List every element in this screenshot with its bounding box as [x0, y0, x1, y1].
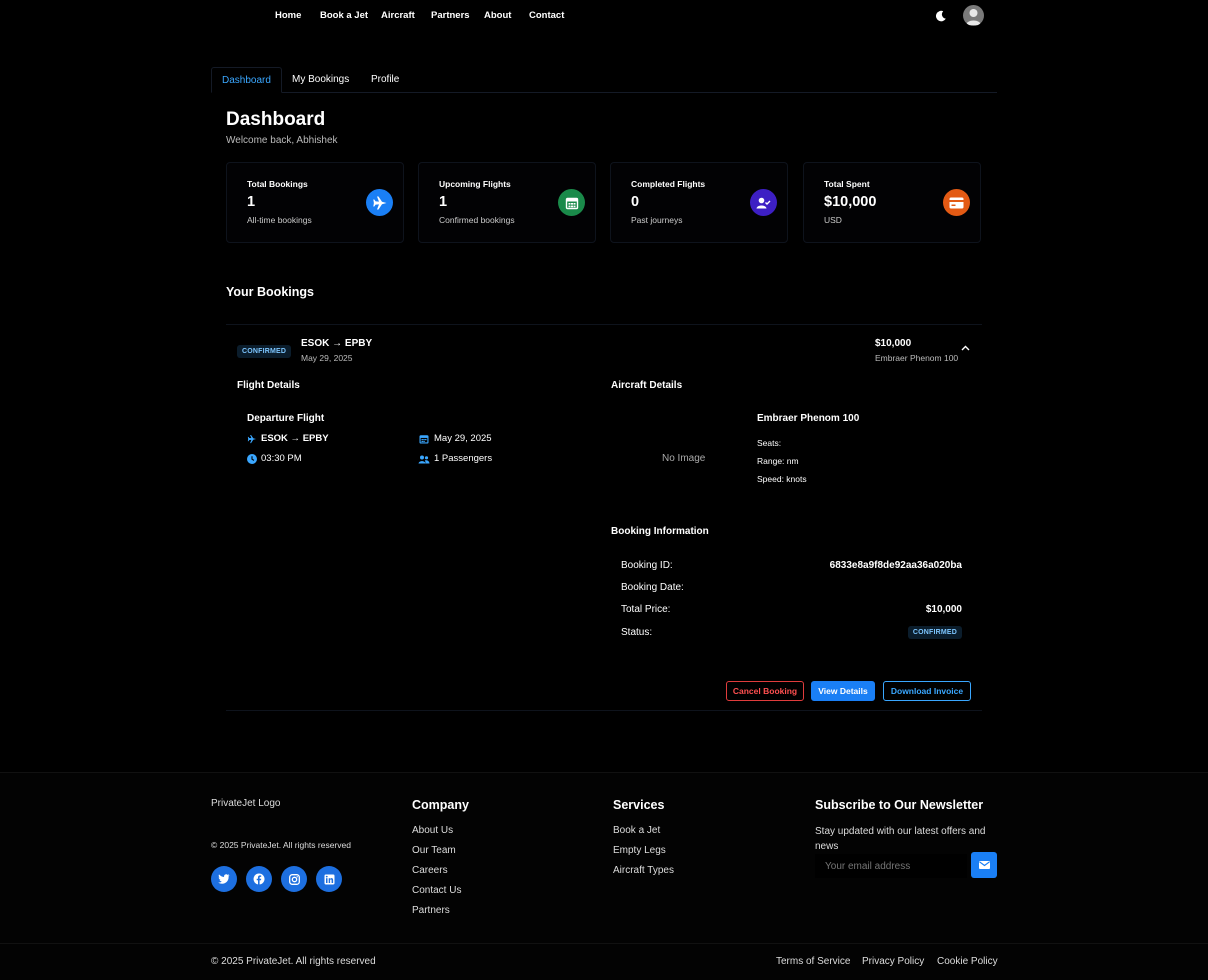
envelope-icon [978, 861, 990, 869]
footer [0, 772, 1208, 980]
footer-link-our-team[interactable]: Our Team [412, 845, 456, 856]
status-badge: CONFIRMED [237, 345, 292, 358]
booking-id-label: Booking ID: [621, 560, 673, 571]
footer-link-about-us[interactable]: About Us [412, 825, 453, 836]
newsletter-email-input[interactable] [815, 854, 967, 878]
tab-my-bookings[interactable]: My Bookings [282, 67, 359, 93]
newsletter-title: Subscribe to Our Newsletter [815, 798, 984, 812]
status-badge: CONFIRMED [907, 626, 962, 639]
bookings-section-title: Your Bookings [226, 285, 314, 299]
nav-contact[interactable]: Contact [529, 10, 564, 21]
footer-divider [0, 943, 1208, 944]
passenger-count: 1 Passengers [434, 453, 493, 464]
stat-card-total-bookings: Total Bookings 1 All-time bookings [226, 162, 404, 243]
footer-link-cookie[interactable]: Cookie Policy [937, 956, 998, 967]
download-invoice-button[interactable]: Download Invoice [883, 681, 971, 701]
stat-card-upcoming-flights: Upcoming Flights 1 Confirmed bookings [418, 162, 596, 243]
stat-value: 1 [247, 194, 256, 210]
stat-value: 0 [631, 194, 640, 210]
footer-services-title: Services [613, 798, 665, 812]
twitter-icon[interactable] [211, 866, 237, 892]
instagram-icon[interactable] [281, 866, 307, 892]
stat-sub: Confirmed bookings [439, 215, 515, 225]
booking-price: $10,000 [875, 338, 912, 349]
booking-info-title: Booking Information [611, 526, 709, 537]
departure-title: Departure Flight [247, 413, 325, 424]
aircraft-speed: Speed: knots [757, 474, 807, 484]
newsletter-text: Stay updated with our latest offers and … [815, 826, 986, 852]
cancel-booking-button[interactable]: Cancel Booking [726, 681, 804, 701]
aircraft-name: Embraer Phenom 100 [757, 413, 860, 424]
page-title: Dashboard [226, 109, 326, 130]
stat-value: 1 [439, 194, 448, 210]
nav-about[interactable]: About [484, 10, 511, 21]
footer-link-privacy[interactable]: Privacy Policy [862, 956, 924, 967]
booking-header[interactable]: CONFIRMED ESOK → EPBY May 29, 2025 $10,0… [226, 325, 982, 371]
tab-profile[interactable]: Profile [361, 67, 409, 93]
booking-card: CONFIRMED ESOK → EPBY May 29, 2025 $10,0… [226, 324, 982, 711]
chevron-up-icon[interactable] [961, 345, 970, 351]
booking-route: ESOK → EPBY [301, 338, 373, 349]
footer-link-careers[interactable]: Careers [412, 865, 448, 876]
plane-icon [366, 189, 393, 216]
stat-label: Completed Flights [631, 179, 706, 189]
plane-icon [247, 434, 257, 444]
avatar[interactable] [963, 5, 984, 26]
footer-copyright-small: © 2025 PrivateJet. All rights reserved [211, 840, 351, 850]
tab-dashboard[interactable]: Dashboard [211, 67, 282, 93]
footer-logo[interactable]: PrivateJet Logo [211, 798, 281, 809]
booking-date: May 29, 2025 [301, 353, 353, 363]
welcome-text: Welcome back, Abhishek [226, 135, 338, 146]
status-label: Status: [621, 627, 653, 638]
total-price-value: $10,000 [925, 604, 962, 615]
footer-link-aircraft-types[interactable]: Aircraft Types [613, 865, 674, 876]
aircraft-details-title: Aircraft Details [611, 380, 683, 391]
users-icon [418, 455, 430, 464]
departure-date: May 29, 2025 [434, 433, 492, 444]
departure-time: 03:30 PM [261, 453, 302, 464]
user-icon [966, 9, 981, 25]
stat-label: Total Bookings [247, 179, 308, 189]
footer-company-title: Company [412, 798, 469, 812]
linkedin-icon[interactable] [316, 866, 342, 892]
footer-link-contact-us[interactable]: Contact Us [412, 885, 461, 896]
moon-icon[interactable] [934, 9, 948, 23]
stat-label: Total Spent [824, 179, 870, 189]
booking-id-value: 6833e8a9f8de92aa36a020ba [829, 560, 962, 571]
stat-card-completed-flights: Completed Flights 0 Past journeys [610, 162, 788, 243]
aircraft-range: Range: nm [757, 456, 799, 466]
total-price-label: Total Price: [621, 604, 671, 615]
credit-card-icon [943, 189, 970, 216]
facebook-icon[interactable] [246, 866, 272, 892]
booking-aircraft: Embraer Phenom 100 [875, 353, 959, 363]
aircraft-image-placeholder: No Image [662, 453, 706, 464]
clock-icon [247, 454, 257, 464]
view-details-button[interactable]: View Details [811, 681, 875, 701]
calendar-icon [419, 435, 429, 444]
booking-date-label: Booking Date: [621, 582, 684, 593]
stat-card-total-spent: Total Spent $10,000 USD [803, 162, 981, 243]
footer-link-terms[interactable]: Terms of Service [776, 956, 850, 967]
footer-link-empty-legs[interactable]: Empty Legs [613, 845, 666, 856]
nav-aircraft[interactable]: Aircraft [381, 10, 415, 21]
footer-copyright: © 2025 PrivateJet. All rights reserved [211, 956, 376, 967]
stat-value: $10,000 [824, 194, 877, 210]
footer-link-partners[interactable]: Partners [412, 905, 450, 916]
nav-home[interactable]: Home [275, 10, 301, 21]
flight-details-title: Flight Details [237, 380, 300, 391]
nav-partners[interactable]: Partners [431, 10, 470, 21]
stat-sub: USD [824, 215, 842, 225]
footer-link-book-a-jet[interactable]: Book a Jet [613, 825, 660, 836]
dashboard-tabs: Dashboard My Bookings Profile [211, 67, 997, 93]
aircraft-seats: Seats: [757, 438, 782, 448]
departure-route: ESOK → EPBY [261, 433, 329, 444]
calendar-icon [558, 189, 585, 216]
user-check-icon [750, 189, 777, 216]
stat-sub: All-time bookings [247, 215, 312, 225]
stat-label: Upcoming Flights [439, 179, 511, 189]
newsletter-submit-button[interactable] [971, 852, 997, 878]
stat-sub: Past journeys [631, 215, 683, 225]
nav-book-a-jet[interactable]: Book a Jet [320, 10, 368, 21]
